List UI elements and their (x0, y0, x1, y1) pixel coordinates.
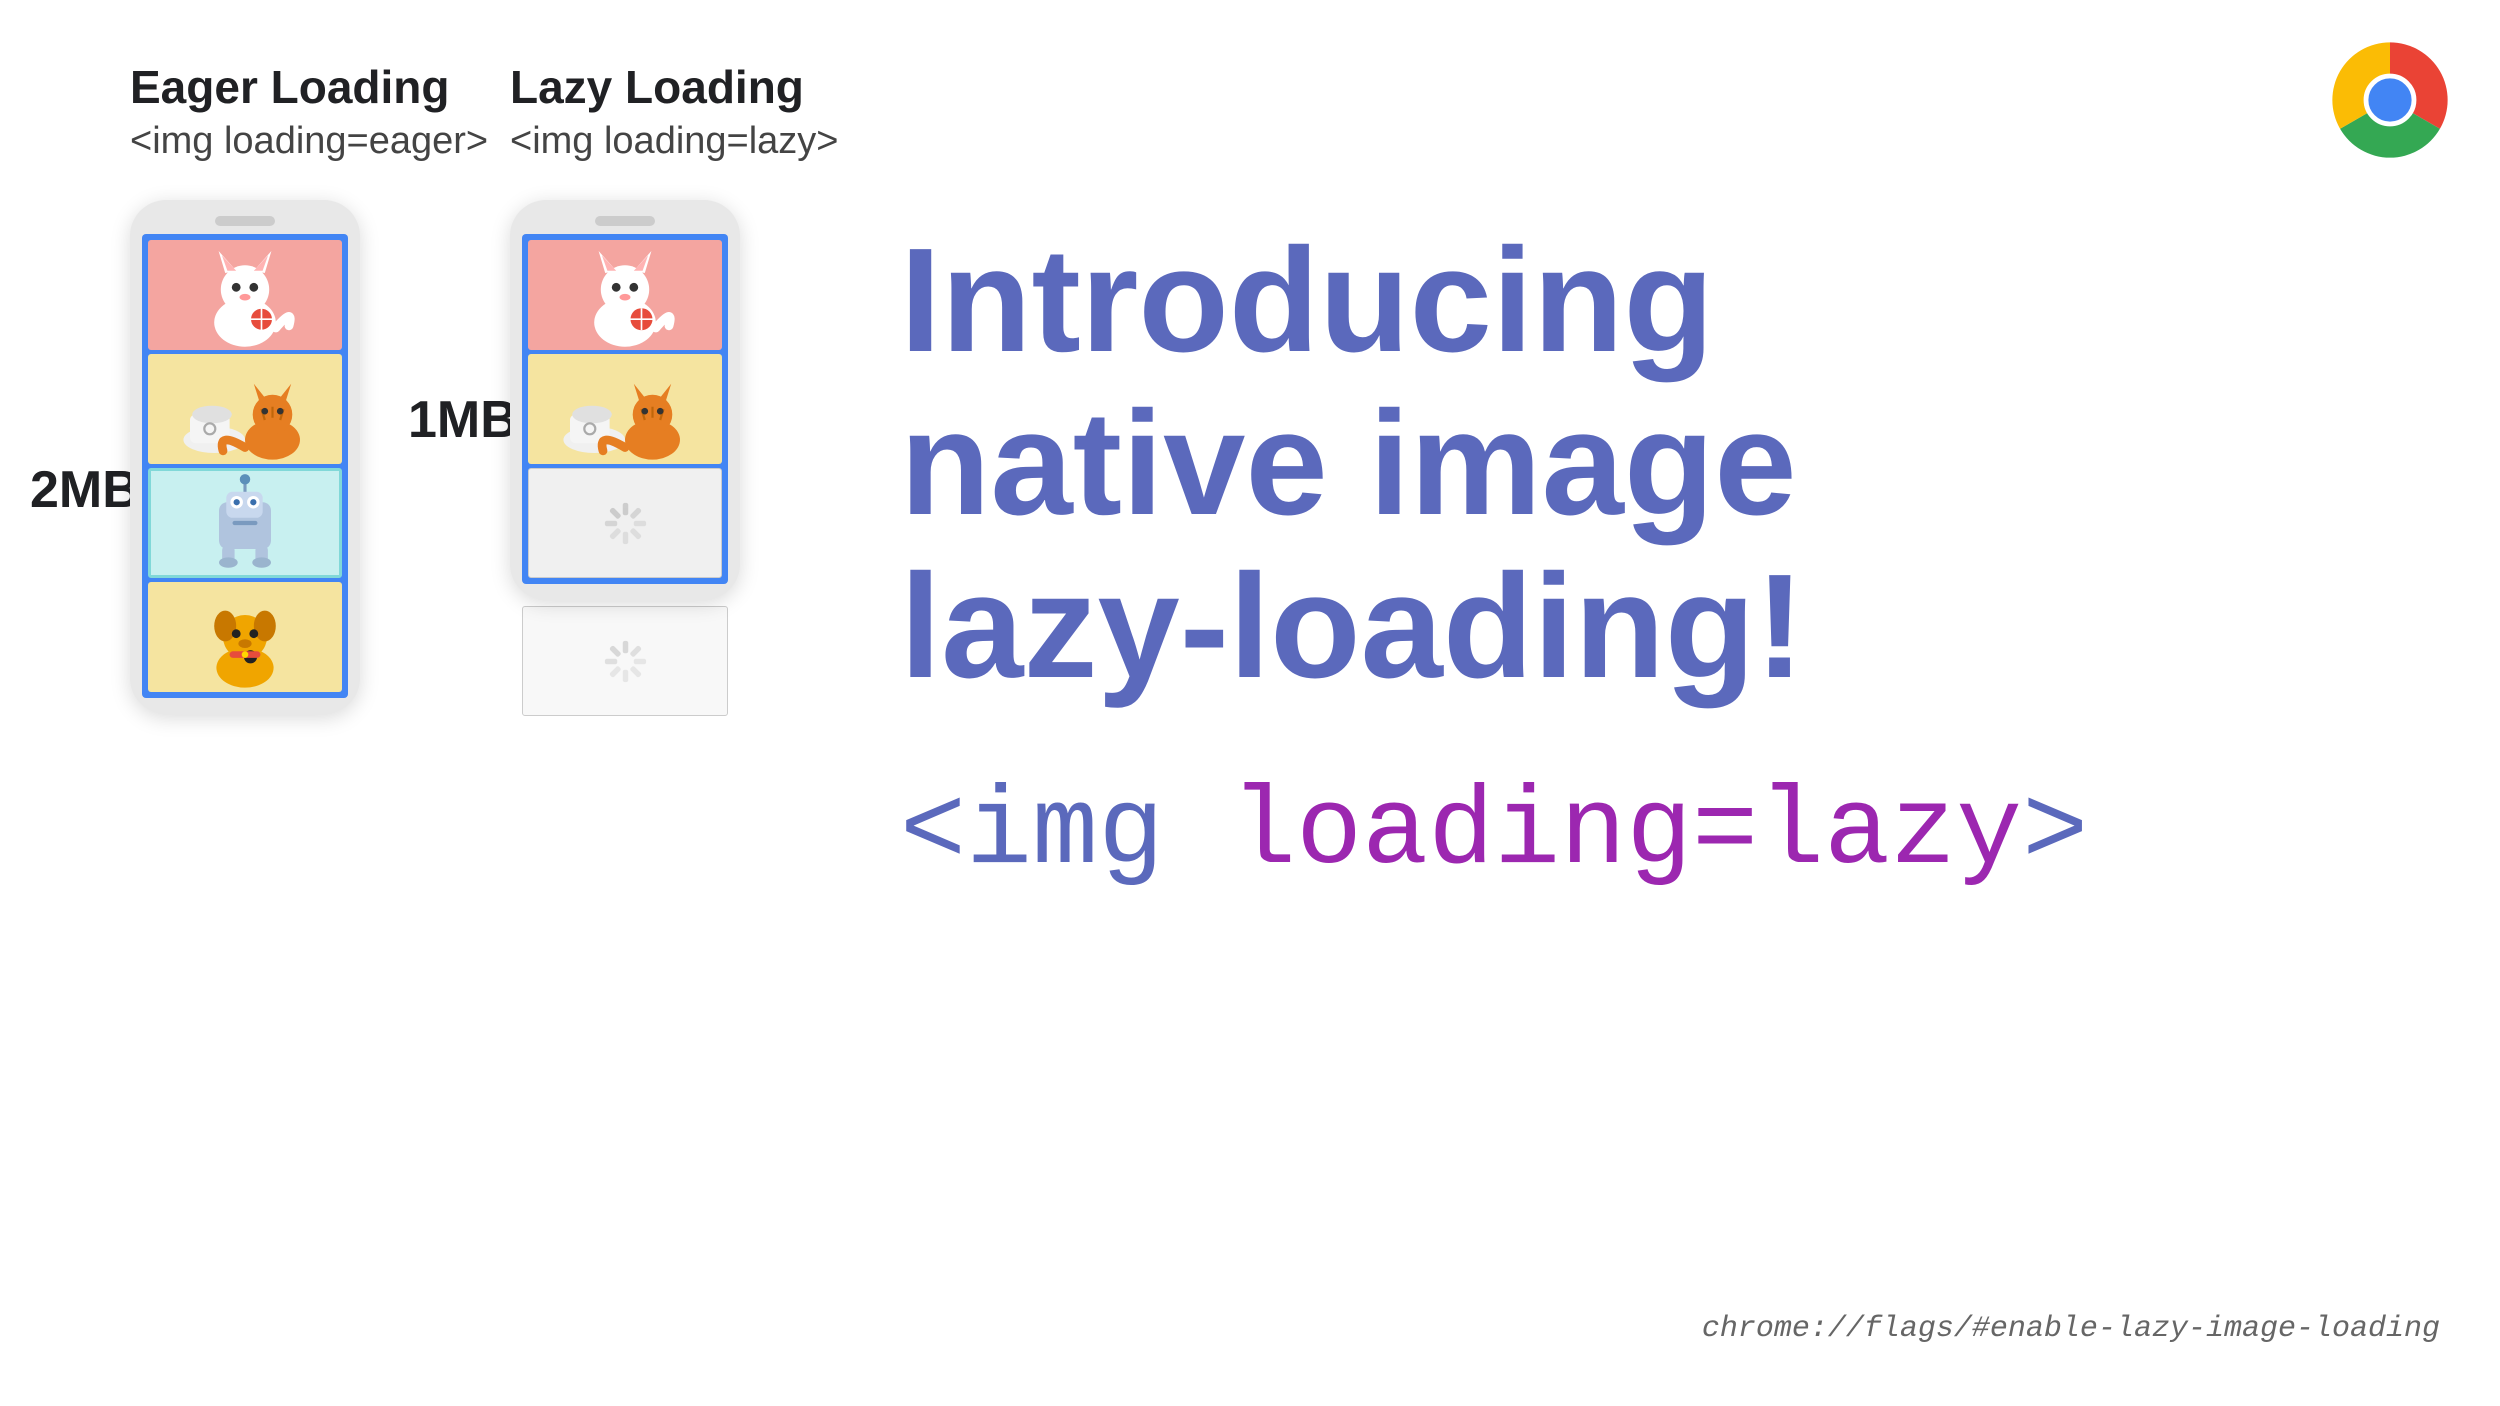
lazy-phone (510, 200, 740, 716)
eager-image-yellow-dog (148, 582, 342, 692)
right-panel: Introducing native image lazy-loading! <… (900, 220, 2400, 900)
eager-image-dog (148, 468, 342, 578)
eager-loading-title: Eager Loading (130, 60, 488, 114)
lazy-loading-subtitle: <img loading=lazy> (510, 120, 839, 163)
lazy-phone-screen (522, 234, 728, 584)
eager-size-label: 2MB (30, 460, 140, 520)
chrome-flag-url: chrome://flags/#enable-lazy-image-loadin… (1702, 1312, 2440, 1346)
eager-loading-subtitle: <img loading=eager> (130, 120, 488, 163)
lazy-image-orange-cat (528, 354, 722, 464)
code-loading-attr: loading=lazy (1230, 771, 2022, 896)
lazy-image-spinner-1 (528, 468, 722, 578)
eager-image-cat (148, 240, 342, 350)
eager-phone (130, 200, 360, 714)
lazy-image-spinner-2 (522, 606, 728, 716)
chrome-logo (2330, 40, 2450, 160)
code-snippet: <img loading=lazy> (900, 768, 2400, 900)
eager-phone-screen (142, 234, 348, 698)
phone-notch (215, 216, 275, 226)
lazy-loading-title: Lazy Loading (510, 60, 839, 114)
code-bracket-open: <img (900, 771, 1230, 896)
lazy-size-label: 1MB (408, 390, 518, 450)
eager-image-orange-cat (148, 354, 342, 464)
lazy-image-cat (528, 240, 722, 350)
introducing-text: Introducing native image lazy-loading! (900, 220, 2400, 708)
code-bracket-close: > (2022, 771, 2088, 896)
phone-notch-lazy (595, 216, 655, 226)
